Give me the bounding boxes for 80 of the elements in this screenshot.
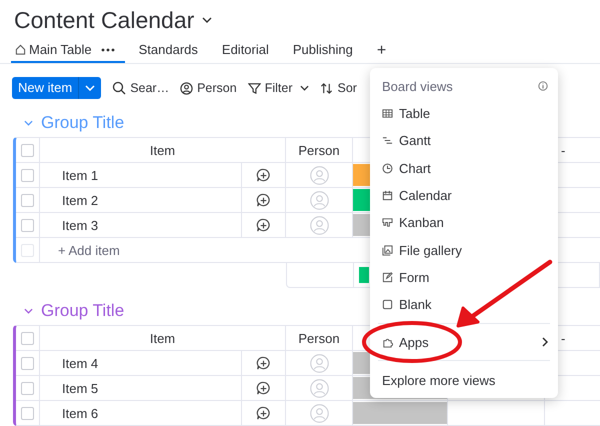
puzzle-icon <box>382 336 393 348</box>
grid-icon <box>382 108 393 120</box>
clock-icon <box>382 162 393 174</box>
menu-item[interactable]: File gallery <box>370 236 558 264</box>
checkbox[interactable] <box>21 382 34 394</box>
chevron-down-icon[interactable] <box>202 17 212 23</box>
search-icon <box>112 81 126 95</box>
person-avatar-icon[interactable] <box>310 190 328 210</box>
more-icon[interactable] <box>100 48 115 52</box>
view-tab[interactable]: Publishing <box>288 42 363 63</box>
filter-button[interactable]: Filter <box>248 81 310 95</box>
item-name[interactable]: Item 1 <box>62 168 98 182</box>
caret-icon <box>85 85 96 91</box>
person-avatar-icon[interactable] <box>310 166 328 184</box>
item-name[interactable]: Item 3 <box>62 218 98 232</box>
search-button[interactable]: Sear… <box>112 81 170 95</box>
add-update-icon[interactable] <box>256 218 271 232</box>
item-name[interactable]: Item 6 <box>62 406 98 420</box>
menu-item[interactable]: Gantt <box>370 127 558 155</box>
checkbox[interactable] <box>21 218 34 232</box>
checkbox[interactable] <box>21 406 34 420</box>
add-update-icon[interactable] <box>256 380 271 396</box>
square-icon <box>382 299 393 310</box>
column-header: Person <box>298 142 340 158</box>
menu-item[interactable]: Calendar <box>370 182 558 210</box>
new-item-button[interactable]: New item <box>12 77 102 99</box>
menu-item[interactable]: Blank <box>370 291 558 318</box>
group-title[interactable]: Group Title <box>41 301 124 321</box>
caret-icon <box>300 85 310 91</box>
menu-item[interactable]: Table <box>370 100 558 128</box>
person-avatar-icon[interactable] <box>310 378 328 398</box>
column-header: - <box>561 142 566 158</box>
collapse-icon[interactable] <box>24 308 33 314</box>
menu-item[interactable]: Form <box>370 264 558 292</box>
add-item-button[interactable]: + Add item <box>58 242 120 258</box>
column-header: - <box>561 330 566 346</box>
item-name[interactable]: Item 5 <box>62 380 98 396</box>
column-header: Item <box>150 330 176 346</box>
status-summary-bar <box>359 267 369 283</box>
menu-header: Board views <box>382 78 453 94</box>
collapse-icon[interactable] <box>24 120 33 126</box>
person-avatar-icon[interactable] <box>310 354 328 372</box>
board-title: Content Calendar <box>14 6 194 34</box>
view-tab[interactable]: Editorial <box>218 42 279 63</box>
menu-item[interactable]: Chart <box>370 154 558 182</box>
sort-arrows-icon <box>320 82 334 94</box>
checkbox[interactable] <box>21 194 34 206</box>
checkbox[interactable] <box>21 332 34 344</box>
menu-item[interactable]: Kanban <box>370 209 558 236</box>
item-name[interactable]: Item 2 <box>62 192 98 208</box>
add-update-icon[interactable] <box>256 192 271 208</box>
pencil-note-icon <box>382 272 393 283</box>
person-avatar-icon[interactable] <box>310 216 328 234</box>
add-update-icon[interactable] <box>256 168 271 182</box>
chevron-right-icon <box>542 337 548 348</box>
person-icon <box>180 82 194 94</box>
columns-icon <box>382 217 393 228</box>
calendar-icon <box>382 190 393 202</box>
add-update-icon[interactable] <box>256 406 271 420</box>
bars-icon <box>382 135 393 146</box>
checkbox[interactable] <box>21 144 34 156</box>
view-tab[interactable]: Standards <box>134 42 208 63</box>
person-avatar-icon[interactable] <box>310 404 328 422</box>
item-name[interactable]: Item 4 <box>62 356 98 370</box>
info-icon[interactable] <box>538 81 548 91</box>
add-update-icon[interactable] <box>256 356 271 370</box>
add-view-button[interactable]: + <box>372 43 390 63</box>
checkbox[interactable] <box>21 356 34 370</box>
checkbox[interactable] <box>21 168 34 182</box>
person-filter-button[interactable]: Person <box>180 81 237 95</box>
view-tab[interactable]: Main Table <box>11 42 125 63</box>
home-icon <box>15 44 26 55</box>
column-header: Item <box>150 142 176 158</box>
apps-menu-item[interactable]: Apps <box>370 329 558 356</box>
explore-more-views-link[interactable]: Explore more views <box>370 366 558 394</box>
sort-button[interactable]: Sor <box>320 81 357 95</box>
images-icon <box>382 244 393 256</box>
column-header: Person <box>298 330 340 346</box>
status-cell[interactable] <box>353 402 447 424</box>
funnel-icon <box>248 82 261 94</box>
